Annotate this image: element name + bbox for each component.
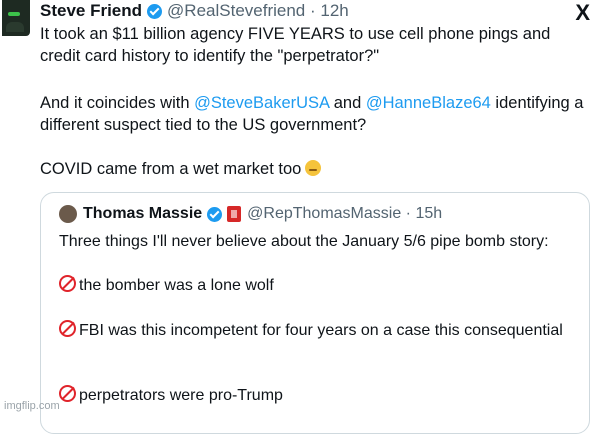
timestamp[interactable]: 12h — [320, 1, 348, 21]
quote-item-text: FBI was this incompetent for four years … — [79, 322, 563, 339]
author-handle[interactable]: @RealStevefriend — [167, 1, 305, 21]
quote-item: perpetrators were pro-Trump — [59, 385, 579, 406]
mention-link-hanneblaze[interactable]: @HanneBlaze64 — [366, 94, 491, 112]
quote-item-text: the bomber was a lone wolf — [79, 277, 274, 294]
woozy-face-emoji-icon — [305, 160, 322, 176]
author-name[interactable]: Steve Friend — [40, 1, 142, 21]
paragraph-2-text-a: And it coincides with — [40, 94, 195, 112]
separator-dot: · — [305, 1, 321, 20]
tweet-paragraph-3: COVID came from a wet market too — [40, 158, 590, 180]
government-affiliation-icon — [227, 206, 242, 222]
quote-header: Thomas Massie @RepThomasMassie · 15h — [59, 203, 442, 225]
quote-avatar[interactable] — [59, 205, 77, 223]
tweet-paragraph-1: It took an $11 billion agency FIVE YEARS… — [40, 25, 551, 65]
quoted-tweet-card[interactable]: Thomas Massie @RepThomasMassie · 15h Thr… — [40, 192, 590, 434]
verified-badge-icon — [147, 3, 163, 19]
paragraph-2-text-b: and — [329, 94, 366, 112]
quote-item-text: perpetrators were pro-Trump — [79, 387, 283, 404]
quote-author-handle[interactable]: @RepThomasMassie — [247, 205, 401, 223]
no-entry-icon — [59, 385, 76, 402]
avatar-body — [6, 22, 24, 32]
quote-intro: Three things I'll never believe about th… — [59, 233, 549, 250]
quote-item: the bomber was a lone wolf — [59, 275, 579, 296]
tweet-paragraph-2: And it coincides with @SteveBakerUSA and… — [40, 92, 590, 136]
paragraph-3-text: COVID came from a wet market too — [40, 160, 302, 178]
no-entry-icon — [59, 275, 76, 292]
quote-verified-badge-icon — [207, 206, 223, 222]
no-entry-icon — [59, 320, 76, 337]
quote-item: FBI was this incompetent for four years … — [59, 320, 579, 341]
imgflip-watermark: imgflip.com — [4, 400, 60, 412]
mention-link-stevebaker[interactable]: @SteveBakerUSA — [194, 94, 329, 112]
quote-timestamp[interactable]: 15h — [415, 205, 442, 223]
avatar-eyes — [8, 12, 20, 16]
quote-author-name[interactable]: Thomas Massie — [83, 205, 202, 223]
avatar[interactable] — [2, 0, 30, 36]
tweet-header: Steve Friend @RealStevefriend · 12h — [40, 0, 349, 22]
quote-separator-dot: · — [401, 205, 416, 222]
